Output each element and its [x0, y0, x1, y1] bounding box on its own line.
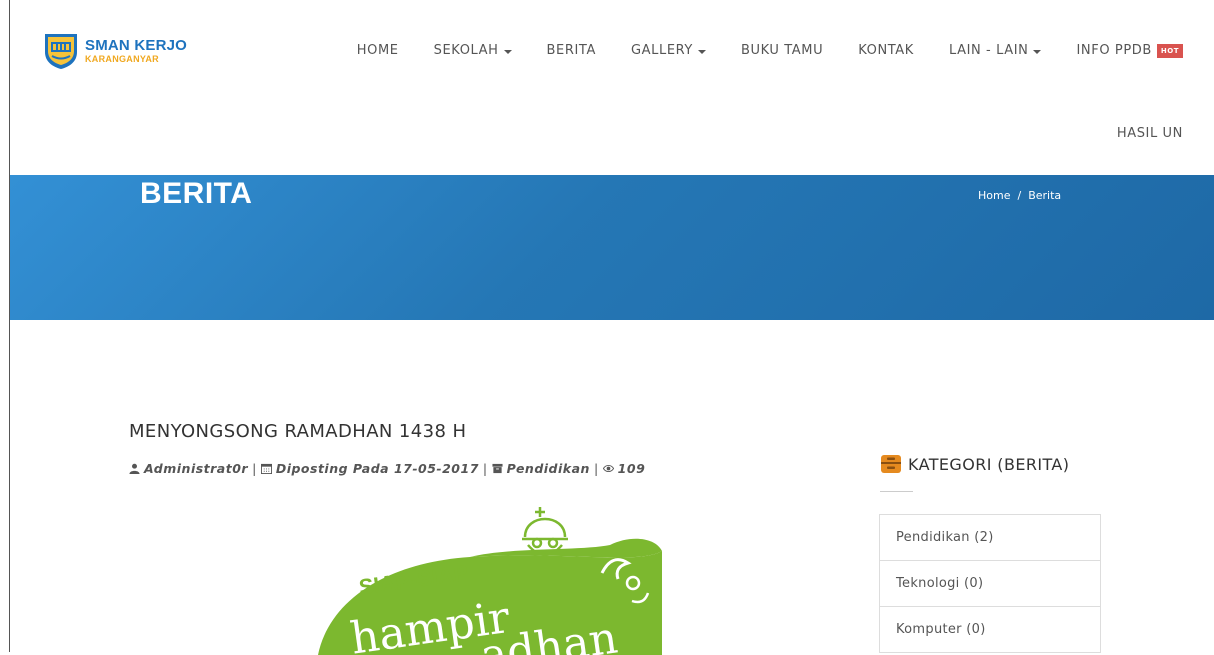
caret-down-icon [503, 50, 512, 54]
breadcrumb: Home / Berita [978, 189, 1061, 202]
nav-label: HASIL UN [1116, 126, 1183, 141]
article-feature-image: SIAP-SIAP hampir adhan [318, 507, 662, 655]
nav-lain-lain[interactable]: LAIN - LAIN [949, 43, 1042, 58]
nav-label: HOME [356, 43, 399, 58]
nav-label: BERITA [546, 43, 596, 58]
article-meta: Administrat0r | Diposting Pada 17-05-201… [129, 461, 645, 476]
calendar-icon [260, 463, 272, 474]
breadcrumb-separator: / [1017, 189, 1022, 202]
caret-down-icon [697, 50, 706, 54]
category-item-komputer[interactable]: Komputer (0) [880, 607, 1100, 653]
caret-down-icon [1033, 50, 1042, 54]
nav-gallery[interactable]: GALLERY [631, 43, 706, 58]
sidebar-title: KATEGORI (BERITA) [908, 454, 1070, 474]
archive-box-icon [881, 455, 901, 473]
logo-subtitle: KARANGANYAR [85, 54, 159, 64]
logo-title: SMAN KERJO [85, 37, 188, 54]
page-banner: BERITA Home / Berita [10, 175, 1214, 320]
nav-berita[interactable]: BERITA [547, 43, 596, 58]
nav-buku-tamu[interactable]: BUKU TAMU [741, 43, 823, 58]
nav-label: INFO PPDB [1076, 43, 1152, 58]
nav-label: LAIN - LAIN [948, 43, 1029, 58]
nav-kontak[interactable]: KONTAK [858, 43, 914, 58]
hot-badge: HOT [1156, 43, 1183, 58]
nav-home[interactable]: HOME [357, 43, 399, 58]
article-title[interactable]: MENYONGSONG RAMADHAN 1438 H [129, 421, 466, 442]
eye-icon [602, 464, 614, 473]
nav-sekolah[interactable]: SEKOLAH [434, 43, 512, 58]
main-nav: HOME SEKOLAH BERITA GALLERY BUKU TAMU KO… [357, 43, 1183, 58]
category-item-teknologi[interactable]: Teknologi (0) [880, 561, 1100, 607]
breadcrumb-home-link[interactable]: Home [978, 189, 1010, 202]
nav-label: SEKOLAH [433, 43, 499, 58]
article-views: 109 [617, 461, 646, 476]
breadcrumb-current: Berita [1028, 189, 1062, 202]
nav-label: BUKU TAMU [740, 43, 824, 58]
sidebar-heading: KATEGORI (BERITA) [880, 453, 1069, 475]
archive-icon [492, 463, 503, 474]
nav-info-ppdb[interactable]: INFO PPDB HOT [1076, 43, 1183, 58]
school-shield-icon [45, 34, 77, 69]
nav-label: KONTAK [858, 43, 914, 58]
page-title: BERITA [140, 177, 253, 210]
category-list: Pendidikan (2) Teknologi (0) Komputer (0… [879, 514, 1101, 653]
meta-divider: | [252, 461, 257, 476]
nav-hasil-un[interactable]: HASIL UN [1117, 126, 1183, 141]
page-left-border [9, 0, 10, 652]
article-author: Administrat0r [144, 461, 249, 476]
meta-divider: | [593, 461, 599, 476]
article-category[interactable]: Pendidikan [507, 461, 590, 476]
site-logo[interactable]: SMAN KERJO KARANGANYAR [43, 32, 187, 70]
sidebar-divider [880, 491, 913, 492]
nav-label: GALLERY [630, 43, 693, 58]
category-item-pendidikan[interactable]: Pendidikan (2) [880, 515, 1100, 561]
user-icon [129, 463, 140, 474]
article-date: Diposting Pada 17-05-2017 [275, 461, 479, 476]
meta-divider: | [482, 461, 488, 476]
